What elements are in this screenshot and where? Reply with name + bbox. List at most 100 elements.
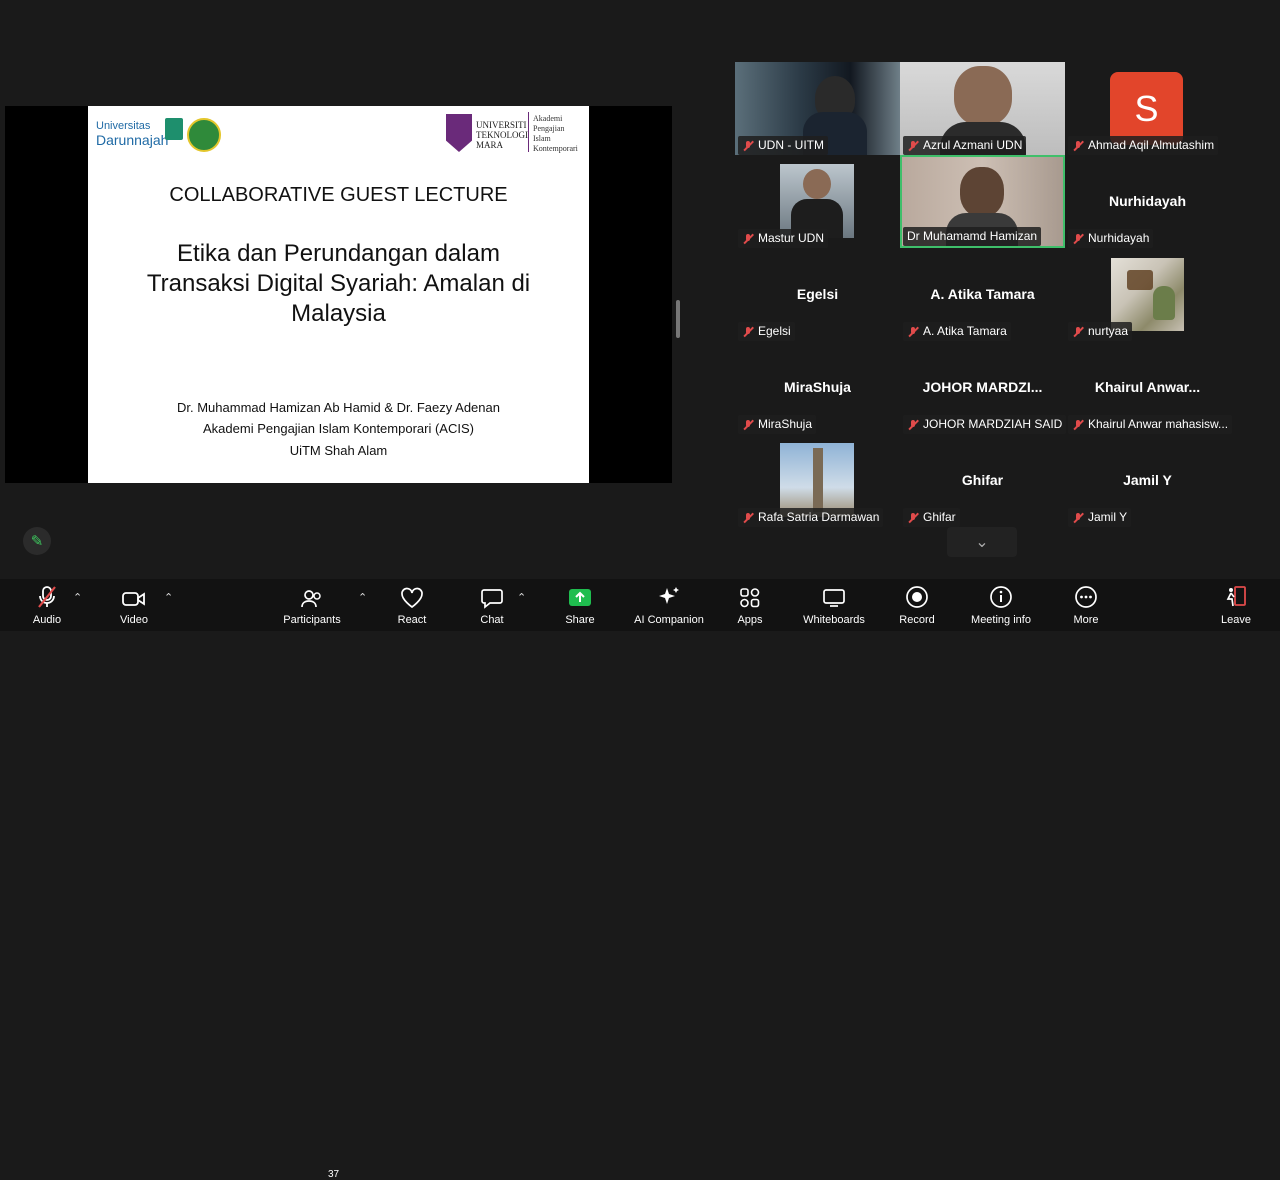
participant-tile[interactable]: UDN - UITM (735, 62, 900, 155)
more-button[interactable]: More (1064, 579, 1108, 631)
apps-label: Apps (737, 614, 763, 626)
audio-button[interactable]: Audio (25, 579, 69, 631)
shared-slide: Universitas Darunnajah UNIVERSITI TEKNOL… (88, 106, 589, 483)
record-label: Record (899, 614, 935, 626)
apps-grid-icon (738, 579, 762, 609)
share-label: Share (565, 614, 595, 626)
logo-left-line2: Darunnajah (96, 132, 169, 148)
video-options-caret-icon[interactable]: ⌃ (164, 591, 173, 604)
participant-name-display: A. Atika Tamara (930, 286, 1035, 302)
muted-mic-icon (1072, 512, 1084, 524)
leave-label: Leave (1221, 614, 1251, 626)
meeting-info-button[interactable]: Meeting info (966, 579, 1036, 631)
participant-name-display: Khairul Anwar... (1094, 379, 1201, 395)
chat-label: Chat (480, 614, 504, 626)
participant-label: Egelsi (738, 322, 795, 341)
udn-emblem-icon (165, 118, 183, 140)
photo-plant (1153, 286, 1175, 320)
slide-location: UiTM Shah Alam (289, 443, 388, 458)
participant-label: Mastur UDN (738, 229, 829, 248)
participant-label: Ahmad Aqil Almutashim (1068, 136, 1219, 155)
photo-tower (813, 448, 823, 512)
muted-mic-icon (907, 512, 919, 524)
acis-name: Akademi Pengajian Islam Kontemporari (533, 114, 578, 153)
share-screen-icon (568, 579, 592, 609)
participant-tile[interactable]: A. Atika Tamara A. Atika Tamara (900, 248, 1065, 341)
participant-label: JOHOR MARDZIAH SAID (903, 415, 1067, 434)
participant-tile[interactable]: JOHOR MARDZI... JOHOR MARDZIAH SAID (900, 341, 1067, 434)
audio-options-caret-icon[interactable]: ⌃ (73, 591, 82, 604)
participant-name-display: Nurhidayah (1108, 193, 1186, 209)
participant-name-display: MiraShuja (784, 379, 851, 395)
participant-label: Khairul Anwar mahasisw... (1068, 415, 1233, 434)
universitas-darunnajah-logo: Universitas Darunnajah (96, 116, 221, 156)
participant-label: nurtyaa (1068, 322, 1133, 341)
apps-button[interactable]: Apps (728, 579, 772, 631)
chat-options-caret-icon[interactable]: ⌃ (517, 591, 526, 604)
participants-count-badge: 37 (328, 1169, 340, 1180)
participant-tile[interactable]: Khairul Anwar... Khairul Anwar mahasisw.… (1065, 341, 1233, 434)
annotate-pencil-icon[interactable]: ✎ (23, 527, 51, 555)
participant-tile[interactable]: Azrul Azmani UDN (900, 62, 1065, 155)
ai-companion-label: AI Companion (634, 614, 704, 626)
whiteboards-button[interactable]: Whiteboards (800, 579, 868, 631)
muted-mic-icon (1072, 233, 1084, 245)
audio-label: Audio (32, 614, 62, 626)
more-label: More (1073, 614, 1099, 626)
slide-authors: Dr. Muhammad Hamizan Ab Hamid & Dr. Faez… (177, 400, 500, 415)
sparkle-icon (657, 579, 681, 609)
participant-tile[interactable]: Rafa Satria Darmawan (735, 434, 900, 527)
muted-mic-icon (907, 140, 919, 152)
video-camera-icon (121, 579, 147, 609)
leave-button[interactable]: Leave (1214, 579, 1258, 631)
participant-name-display: JOHOR MARDZI... (922, 379, 1043, 395)
logo-left-line1: Universitas (96, 120, 151, 132)
participant-tile[interactable]: MiraShuja MiraShuja (735, 341, 900, 434)
muted-mic-icon (742, 512, 754, 524)
participants-button[interactable]: Participants (280, 579, 344, 631)
muted-mic-icon (907, 419, 919, 431)
participant-tile[interactable]: Egelsi Egelsi (735, 248, 900, 341)
whiteboard-icon (822, 579, 846, 609)
participant-tile-active-speaker[interactable]: Dr Muhamamd Hamizan (900, 155, 1065, 248)
participant-tile[interactable]: nurtyaa (1065, 248, 1230, 341)
participant-tile[interactable]: Mastur UDN (735, 155, 900, 248)
video-label: Video (120, 614, 148, 626)
participant-tile[interactable]: Ghifar Ghifar (900, 434, 1065, 527)
gallery-next-page-chevron-icon[interactable]: ⌄ (947, 527, 1017, 557)
info-icon (989, 579, 1013, 609)
participant-label: Nurhidayah (1068, 229, 1154, 248)
meeting-stage: Universitas Darunnajah UNIVERSITI TEKNOL… (0, 0, 1280, 579)
participant-tile[interactable]: S Ahmad Aqil Almutashim (1065, 62, 1230, 155)
slide-heading: COLLABORATIVE GUEST LECTURE (169, 184, 508, 206)
video-button[interactable]: Video (112, 579, 156, 631)
avatar: S (1110, 72, 1183, 145)
slide-affiliation: Akademi Pengajian Islam Kontemporari (AC… (203, 421, 474, 436)
uitm-logo: UNIVERSITI TEKNOLOGI MARA Akademi Pengaj… (444, 110, 584, 156)
participant-label: Dr Muhamamd Hamizan (903, 227, 1042, 246)
participant-tile[interactable]: Nurhidayah Nurhidayah (1065, 155, 1230, 248)
chat-button[interactable]: Chat (470, 579, 514, 631)
muted-mic-icon (1072, 140, 1084, 152)
panel-resize-handle[interactable] (676, 300, 680, 338)
record-button[interactable]: Record (895, 579, 939, 631)
photo-cup (1127, 270, 1153, 290)
muted-microphone-icon (36, 579, 58, 609)
logo-separator (528, 112, 529, 152)
person-head (803, 169, 831, 199)
participants-options-caret-icon[interactable]: ⌃ (358, 591, 367, 604)
participant-tile[interactable]: Jamil Y Jamil Y (1065, 434, 1230, 527)
react-label: React (397, 614, 427, 626)
slide-title: Etika dan Perundangan dalam Transaksi Di… (146, 240, 531, 327)
share-button[interactable]: Share (558, 579, 602, 631)
participant-label: Ghifar (903, 508, 960, 527)
participant-name-display: Ghifar (961, 472, 1004, 488)
ai-companion-button[interactable]: AI Companion (629, 579, 709, 631)
participants-icon (300, 579, 324, 609)
person-head (954, 66, 1012, 126)
heart-icon (400, 579, 424, 609)
udn-seal-icon (187, 118, 221, 152)
whiteboards-label: Whiteboards (803, 614, 865, 626)
muted-mic-icon (742, 140, 754, 152)
react-button[interactable]: React (390, 579, 434, 631)
